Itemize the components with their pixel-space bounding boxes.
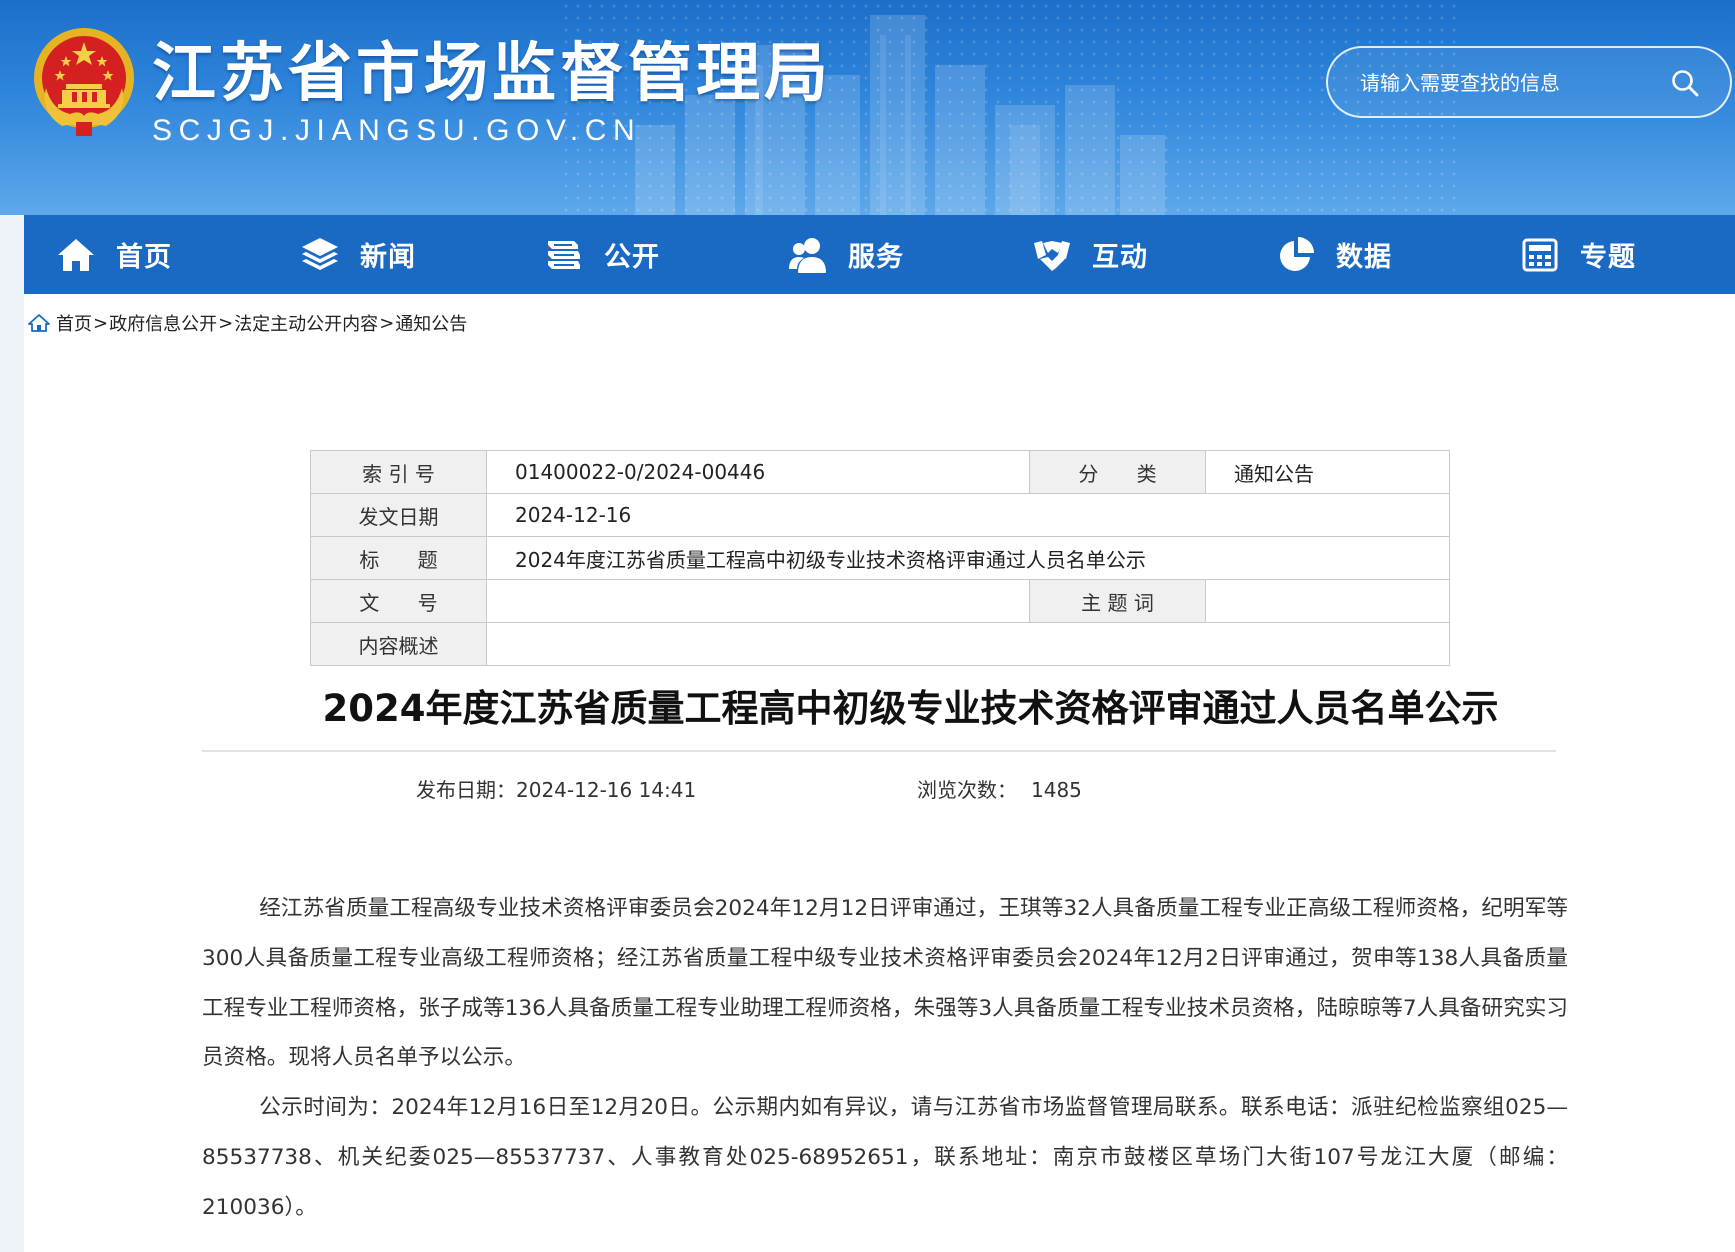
national-emblem-logo	[34, 28, 134, 136]
nav-label: 公开	[604, 242, 660, 273]
nav-label: 首页	[116, 242, 172, 273]
summary-label: 内容概述	[310, 622, 487, 666]
meta-row-date: 发文日期 2024-12-16	[310, 493, 1450, 537]
article-paragraph: 经江苏省质量工程高级专业技术资格评审委员会2024年12月12日评审通过，王琪等…	[202, 896, 1568, 1071]
breadcrumb-notice-link[interactable]: 通知公告	[395, 310, 467, 336]
publish-date: 发布日期：2024-12-16 14:41	[416, 774, 696, 803]
breadcrumb-home-link[interactable]: 首页	[56, 310, 92, 336]
nav-item-data[interactable]: 数据	[1244, 215, 1488, 294]
nav-item-topics[interactable]: 专题	[1488, 215, 1732, 294]
content-area: 首页 > 政府信息公开 > 法定主动公开内容 > 通知公告 索 引 号 01400022-0…	[24, 294, 1735, 1252]
meta-row-docno: 文 号 主 题 词	[310, 579, 1450, 623]
title-divider	[202, 750, 1556, 752]
category-label: 分 类	[1029, 450, 1206, 494]
home-icon	[58, 238, 94, 271]
nav-label: 数据	[1336, 242, 1392, 273]
site-title: 江苏省市场监督管理局	[152, 37, 832, 111]
pie-chart-icon	[1280, 236, 1314, 271]
publish-date-value: 2024-12-16 14:41	[516, 778, 697, 802]
site-header: 江苏省市场监督管理局 SCJGJ.JIANGSU.GOV.CN	[0, 0, 1735, 215]
search-box	[1326, 46, 1732, 118]
article-body: 经江苏省质量工程高级专业技术资格评审委员会2024年12月12日评审通过，王琪等…	[202, 884, 1568, 1233]
nav-item-news[interactable]: 新闻	[268, 215, 512, 294]
home-icon	[28, 314, 50, 332]
layers-icon	[302, 237, 338, 270]
calculator-icon	[1522, 238, 1558, 271]
document-number-value	[486, 579, 1030, 623]
site-domain: SCJGJ.JIANGSU.GOV.CN	[152, 114, 642, 147]
keywords-value	[1205, 579, 1450, 623]
meta-row-summary: 内容概述	[310, 622, 1450, 666]
document-meta-table: 索 引 号 01400022-0/2024-00446 分 类 通知公告 发文日…	[310, 450, 1450, 666]
title-value: 2024年度江苏省质量工程高中初级专业技术资格评审通过人员名单公示	[486, 536, 1450, 580]
title-label: 标 题	[310, 536, 487, 580]
nav-label: 服务	[848, 242, 904, 273]
keywords-label: 主 题 词	[1029, 579, 1206, 623]
breadcrumb-separator: >	[93, 312, 109, 334]
nav-label: 专题	[1580, 242, 1636, 273]
nav-item-interact[interactable]: 互动	[1000, 215, 1244, 294]
issue-date-label: 发文日期	[310, 493, 487, 537]
breadcrumb-separator: >	[379, 312, 395, 334]
nav-item-home[interactable]: 首页	[24, 215, 268, 294]
index-number-value: 01400022-0/2024-00446	[486, 450, 1030, 494]
view-count-value: 1485	[1031, 778, 1082, 802]
handshake-icon	[1034, 240, 1070, 271]
meta-row-index: 索 引 号 01400022-0/2024-00446 分 类 通知公告	[310, 450, 1450, 494]
users-icon	[789, 237, 826, 273]
issue-date-value: 2024-12-16	[486, 493, 1450, 537]
view-count: 浏览次数： 1485	[917, 774, 1082, 803]
document-number-label: 文 号	[310, 579, 487, 623]
index-number-label: 索 引 号	[310, 450, 487, 494]
category-value: 通知公告	[1205, 450, 1450, 494]
article-paragraph: 公示时间为：2024年12月16日至12月20日。公示期内如有异议，请与江苏省市…	[202, 1095, 1568, 1220]
breadcrumb-separator: >	[218, 312, 234, 334]
main-nav: 首页 新闻 公开 服务 互动 数据 专题	[24, 215, 1735, 294]
nav-label: 新闻	[360, 242, 416, 273]
breadcrumb-gov-info-link[interactable]: 政府信息公开	[109, 310, 217, 336]
article-title: 2024年度江苏省质量工程高中初级专业技术资格评审通过人员名单公示	[322, 687, 1499, 730]
summary-value	[486, 622, 1450, 666]
book-stack-icon	[548, 240, 580, 269]
search-input[interactable]	[1360, 66, 1660, 100]
breadcrumb-statutory-link[interactable]: 法定主动公开内容	[234, 310, 378, 336]
meta-row-title: 标 题 2024年度江苏省质量工程高中初级专业技术资格评审通过人员名单公示	[310, 536, 1450, 580]
view-count-label: 浏览次数：	[917, 778, 1017, 802]
nav-label: 互动	[1092, 242, 1148, 273]
nav-item-service[interactable]: 服务	[756, 215, 1000, 294]
publish-date-label: 发布日期：	[416, 778, 516, 802]
nav-item-open[interactable]: 公开	[512, 215, 756, 294]
search-icon[interactable]	[1670, 68, 1700, 98]
breadcrumb: 首页 > 政府信息公开 > 法定主动公开内容 > 通知公告	[28, 310, 467, 336]
